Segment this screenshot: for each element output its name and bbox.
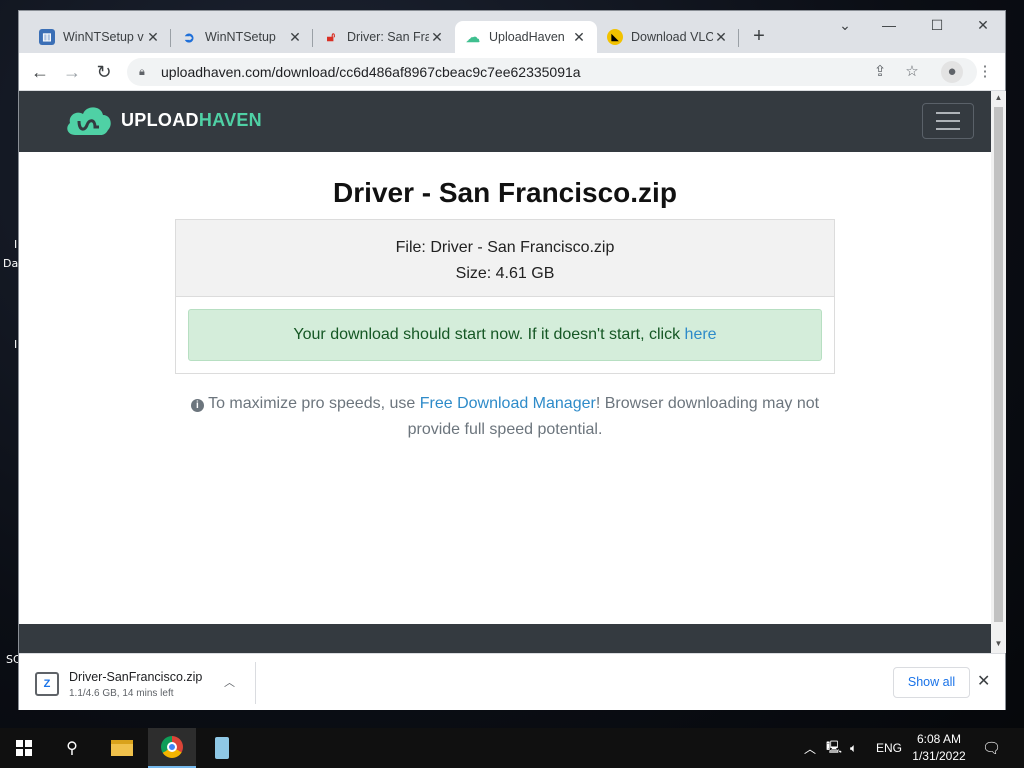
share-icon[interactable]: ⇪ <box>869 61 891 83</box>
download-alert: Your download should start now. If it do… <box>188 309 822 361</box>
scroll-down-arrow-icon[interactable]: ▼ <box>991 639 1006 648</box>
forward-arrow-icon[interactable]: → <box>61 61 83 83</box>
alert-text: Your download should start now. If it do… <box>293 326 685 343</box>
download-status: 1.1/4.6 GB, 14 mins left <box>69 687 174 699</box>
desktop-label: Da <box>3 257 19 270</box>
chrome-icon[interactable] <box>148 728 196 768</box>
winntsetup-blue-icon: ▥ <box>39 29 55 45</box>
note-prefix: To maximize pro speeds, use <box>203 395 420 412</box>
menu-kebab-icon[interactable]: ⋮ <box>974 61 996 83</box>
page-title: Driver - San Francisco.zip <box>333 177 677 208</box>
hamburger-menu-button[interactable] <box>922 103 974 139</box>
clock-time: 6:08 AM <box>916 732 962 746</box>
reload-icon[interactable]: ↻ <box>93 61 115 83</box>
desktop-label: I <box>14 238 18 251</box>
url-text: uploadhaven.com/download/cc6d486af8967cb… <box>161 64 581 80</box>
site-navbar: UPLOADHAVEN <box>19 91 991 152</box>
blue-swirl-icon: ➲ <box>183 28 195 45</box>
tab-winntsetup-2[interactable]: ➲ WinNTSetup ✕ <box>171 21 313 53</box>
lock-icon: 🔒︎ <box>139 65 145 78</box>
desktop-label: I <box>14 338 18 351</box>
language-indicator[interactable]: ENG <box>876 728 902 768</box>
file-info-card: File: Driver - San Francisco.zip Size: 4… <box>175 219 835 374</box>
file-name-line: File: Driver - San Francisco.zip <box>395 239 615 256</box>
close-icon[interactable]: ✕ <box>713 29 729 46</box>
tab-strip: ▥ WinNTSetup v ✕ ➲ WinNTSetup ✕ 🔓︎ Drive… <box>19 11 1005 53</box>
windows-taskbar: ⚲ ︿ 🖳︎ 🔈︎ ENG 6:08 AM 1/31/2022 🗨︎ <box>0 728 1024 768</box>
zip-file-icon: Z <box>35 672 59 696</box>
scrollbar-thumb[interactable] <box>994 107 1003 622</box>
red-lock-icon: 🔓︎ <box>326 29 336 44</box>
uploadhaven-logo[interactable]: UPLOADHAVEN <box>65 101 262 139</box>
browser-toolbar: ← → ↻ 🔒︎ uploadhaven.com/download/cc6d48… <box>19 53 1005 91</box>
tab-title: Download VLC <box>631 30 713 44</box>
tab-winntsetup-1[interactable]: ▥ WinNTSetup v ✕ <box>29 21 171 53</box>
speed-note: i To maximize pro speeds, use Free Downl… <box>179 391 831 443</box>
cloud-logo-icon <box>67 107 111 135</box>
download-filename: Driver-SanFrancisco.zip <box>69 669 203 684</box>
profile-avatar-icon[interactable]: ● <box>941 61 963 83</box>
close-window-button[interactable]: ✕ <box>969 17 997 34</box>
file-info-header: File: Driver - San Francisco.zip Size: 4… <box>176 220 834 297</box>
close-shelf-icon[interactable]: ✕ <box>977 671 990 691</box>
download-item[interactable]: Z Driver-SanFrancisco.zip 1.1/4.6 GB, 14… <box>35 664 255 704</box>
notifications-icon[interactable]: 🗨︎ <box>982 728 1001 768</box>
close-icon[interactable]: ✕ <box>429 29 445 46</box>
close-icon[interactable]: ✕ <box>287 29 303 46</box>
tab-title: WinNTSetup <box>205 30 276 44</box>
start-windows-icon[interactable] <box>0 728 48 768</box>
clock-date: 1/31/2022 <box>912 749 966 763</box>
site-footer <box>19 624 991 653</box>
page-scrollbar[interactable]: ▲ ▼ <box>991 91 1006 653</box>
file-explorer-icon[interactable] <box>98 728 146 768</box>
minimize-button[interactable]: — <box>875 17 903 33</box>
tab-uploadhaven[interactable]: ☁ UploadHaven ✕ <box>455 21 597 53</box>
maximize-button[interactable]: ☐ <box>923 17 951 34</box>
tab-search-chevron-icon[interactable]: ⌄ <box>831 17 859 34</box>
page-viewport: UPLOADHAVEN Driver - San Francisco.zip F… <box>19 91 991 653</box>
tab-vlc[interactable]: ◣ Download VLC ✕ <box>597 21 739 53</box>
address-bar[interactable]: 🔒︎ uploadhaven.com/download/cc6d486af896… <box>127 58 977 86</box>
here-link[interactable]: here <box>685 326 717 343</box>
tab-title: WinNTSetup v <box>63 30 144 44</box>
search-icon[interactable]: ⚲ <box>48 728 96 768</box>
free-download-manager-link[interactable]: Free Download Manager <box>420 395 596 412</box>
tab-title: Driver: San Fra <box>347 30 429 44</box>
vlc-pacman-icon: ◣ <box>607 29 623 45</box>
info-circle-icon: i <box>190 399 204 412</box>
chevron-up-icon[interactable]: ︿ <box>224 674 235 690</box>
show-all-button[interactable]: Show all <box>893 667 970 698</box>
scroll-up-arrow-icon[interactable]: ▲ <box>991 93 1006 102</box>
tab-driver[interactable]: 🔓︎ Driver: San Fra ✕ <box>313 21 455 53</box>
show-hidden-icons-chevron-icon[interactable]: ︿ <box>804 728 816 768</box>
close-icon[interactable]: ✕ <box>145 29 161 46</box>
volume-muted-icon[interactable]: 🔈︎ <box>850 728 857 768</box>
tab-title: UploadHaven <box>489 30 565 44</box>
network-icon[interactable]: 🖳︎ <box>826 728 842 768</box>
back-arrow-icon[interactable]: ← <box>29 61 51 83</box>
app-jar-icon[interactable] <box>198 728 246 768</box>
close-icon[interactable]: ✕ <box>571 29 587 46</box>
uploadhaven-icon: ☁ <box>466 28 480 45</box>
logo-text: UPLOADHAVEN <box>121 109 262 130</box>
clock[interactable]: 6:08 AM 1/31/2022 <box>904 731 974 765</box>
new-tab-button[interactable]: + <box>747 25 771 48</box>
bookmark-star-icon[interactable]: ☆ <box>901 61 923 83</box>
file-size-line: Size: 4.61 GB <box>455 265 555 282</box>
browser-window: ▥ WinNTSetup v ✕ ➲ WinNTSetup ✕ 🔓︎ Drive… <box>18 10 1006 710</box>
download-shelf: Z Driver-SanFrancisco.zip 1.1/4.6 GB, 14… <box>19 653 1005 710</box>
